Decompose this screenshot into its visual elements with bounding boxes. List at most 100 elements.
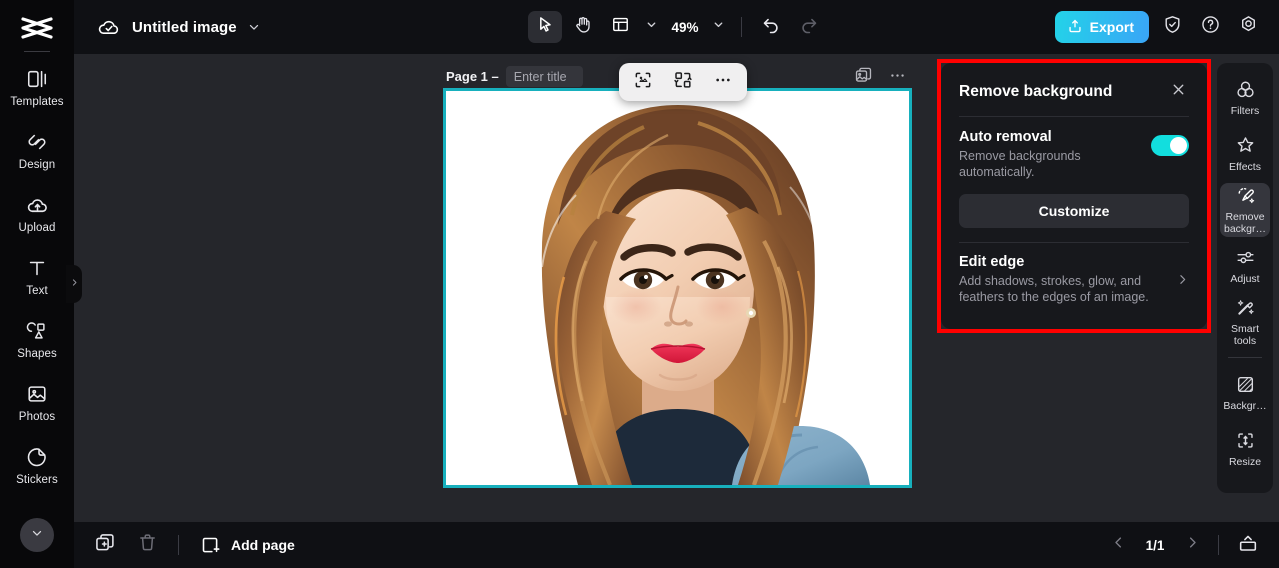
- toolbar-divider: [740, 17, 742, 37]
- bottom-left-actions: Add page: [74, 532, 295, 558]
- right-sidebar-item-adjust[interactable]: Adjust: [1220, 239, 1270, 293]
- page-indicator: 1/1: [1145, 537, 1165, 553]
- artboard[interactable]: [443, 88, 912, 488]
- prev-page-button[interactable]: [1108, 535, 1128, 555]
- panel-divider-2: [959, 242, 1189, 244]
- edit-edge-section[interactable]: Edit edge Add shadows, strokes, glow, an…: [959, 254, 1189, 305]
- zoom-level-value[interactable]: 49%: [665, 20, 704, 35]
- sidebar-item-label: Upload: [18, 222, 56, 234]
- sidebar-item-shapes[interactable]: Shapes: [0, 308, 74, 371]
- remove-background-panel: Remove background Auto removal Remove ba…: [941, 63, 1207, 329]
- chevron-down-icon[interactable]: [247, 20, 261, 34]
- chevron-right-icon: [1185, 535, 1200, 555]
- page-title-input[interactable]: [505, 66, 583, 87]
- right-sidebar-item-filters[interactable]: Filters: [1220, 71, 1270, 125]
- add-page-label: Add page: [231, 537, 295, 553]
- settings-button[interactable]: [1233, 12, 1263, 42]
- capcut-logo-icon[interactable]: [17, 12, 57, 44]
- right-sidebar-item-label: Backgr…: [1223, 399, 1267, 412]
- timeline-expand-button[interactable]: [1235, 532, 1261, 558]
- sidebar-item-design[interactable]: Design: [0, 119, 74, 182]
- sidebar-item-photos[interactable]: Photos: [0, 371, 74, 434]
- export-button[interactable]: Export: [1054, 11, 1149, 43]
- auto-removal-toggle[interactable]: [1151, 135, 1189, 156]
- artboard-container[interactable]: [443, 88, 912, 488]
- remove-background-icon: [1234, 185, 1256, 207]
- undo-button[interactable]: [754, 11, 788, 43]
- smart-tools-wand-icon: [1234, 297, 1256, 319]
- shield-check-icon: [1162, 14, 1183, 40]
- document-title[interactable]: Untitled image: [132, 19, 237, 36]
- sidebar-expand-handle[interactable]: [66, 265, 82, 303]
- top-toolbar: Untitled image 49% Export: [74, 0, 1279, 54]
- chevron-down-icon: [645, 18, 658, 36]
- duplicate-page-button[interactable]: [92, 532, 118, 558]
- adjust-sliders-icon: [1234, 247, 1256, 269]
- add-page-button[interactable]: Add page: [197, 532, 295, 558]
- more-options-button[interactable]: [711, 70, 735, 94]
- shield-check-button[interactable]: [1157, 12, 1187, 42]
- timeline-expand-icon: [1237, 532, 1259, 559]
- select-tool-button[interactable]: [527, 11, 562, 43]
- customize-button[interactable]: Customize: [959, 194, 1189, 229]
- bottom-divider-2: [1218, 535, 1219, 555]
- delete-page-button[interactable]: [134, 532, 160, 558]
- chevron-right-icon[interactable]: [1176, 273, 1189, 286]
- artboard-actions: [852, 67, 908, 89]
- help-button[interactable]: [1195, 12, 1225, 42]
- sidebar-item-templates[interactable]: Templates: [0, 56, 74, 119]
- bottom-toolbar: Add page 1/1: [74, 522, 1279, 568]
- page-number-label: Page 1 –: [446, 69, 499, 84]
- topbar-actions: Export: [1054, 11, 1263, 43]
- trash-icon: [137, 532, 158, 558]
- text-icon: [25, 256, 49, 280]
- cloud-saved-icon[interactable]: [96, 14, 122, 40]
- hand-tool-button[interactable]: [565, 11, 599, 43]
- effects-star-icon: [1234, 135, 1256, 157]
- auto-removal-title: Auto removal: [959, 129, 1052, 145]
- close-panel-button[interactable]: [1167, 81, 1189, 103]
- edit-edge-text: Edit edge Add shadows, strokes, glow, an…: [959, 254, 1164, 305]
- sidebar-item-label: Text: [26, 285, 48, 297]
- left-sidebar: Templates Design Upload Text Shapes Phot…: [0, 0, 74, 568]
- replace-image-button[interactable]: [671, 70, 695, 94]
- question-circle-icon: [1200, 14, 1221, 40]
- sidebar-item-label: Photos: [18, 411, 56, 423]
- artboard-more-button[interactable]: [886, 67, 908, 89]
- right-sidebar-divider: [1228, 357, 1262, 358]
- next-page-button[interactable]: [1182, 535, 1202, 555]
- right-sidebar-item-label: Remove backgr…: [1223, 210, 1266, 235]
- crop-select-button[interactable]: [631, 70, 655, 94]
- redo-button[interactable]: [792, 11, 826, 43]
- sidebar-item-label: Stickers: [16, 474, 58, 486]
- crop-select-icon: [633, 70, 653, 95]
- sidebar-item-stickers[interactable]: Stickers: [0, 434, 74, 497]
- right-sidebar-item-background[interactable]: Backgr…: [1220, 366, 1270, 420]
- right-sidebar-item-remove-background[interactable]: Remove backgr…: [1220, 183, 1270, 237]
- edit-edge-title: Edit edge: [959, 254, 1025, 271]
- duplicate-image-button[interactable]: [852, 67, 874, 89]
- right-sidebar-item-effects[interactable]: Effects: [1220, 127, 1270, 181]
- right-sidebar-item-label: Resize: [1228, 455, 1262, 468]
- shapes-icon: [25, 319, 49, 343]
- sidebar-item-upload[interactable]: Upload: [0, 182, 74, 245]
- sidebar-scroll-down-button[interactable]: [20, 518, 54, 552]
- right-sidebar-item-label: Smart tools: [1230, 322, 1259, 347]
- layout-tool-button[interactable]: [603, 11, 637, 43]
- stickers-icon: [25, 445, 49, 469]
- design-icon: [25, 130, 49, 154]
- sidebar-item-text[interactable]: Text: [0, 245, 74, 308]
- zoom-dropdown-caret[interactable]: [709, 12, 729, 42]
- chevron-right-icon: [70, 276, 79, 292]
- layout-dropdown-caret[interactable]: [641, 12, 661, 42]
- document-title-group: Untitled image: [74, 14, 261, 40]
- layout-panel-icon: [611, 15, 630, 39]
- toggle-knob: [1170, 137, 1187, 154]
- portrait-image[interactable]: [446, 91, 909, 485]
- right-sidebar-item-resize[interactable]: Resize: [1220, 422, 1270, 476]
- replace-swap-icon: [673, 70, 693, 95]
- right-sidebar-item-smart-tools[interactable]: Smart tools: [1220, 295, 1270, 349]
- photos-icon: [25, 382, 49, 406]
- canvas-tools-group: 49%: [527, 11, 825, 43]
- sidebar-divider: [24, 51, 50, 52]
